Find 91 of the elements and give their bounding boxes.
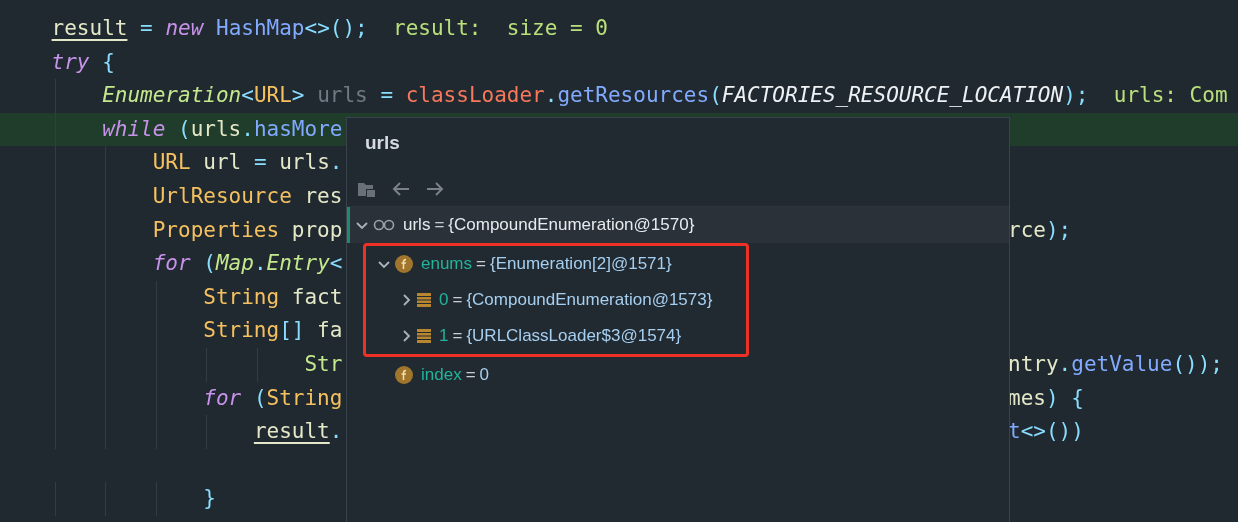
array-icon <box>417 329 431 343</box>
method-name: getValue <box>1071 351 1173 376</box>
code-text: rce <box>1008 217 1046 242</box>
code-text: url <box>203 150 243 175</box>
punctuation: ); <box>1045 217 1072 242</box>
type-name: Entry <box>266 251 330 276</box>
variable-name: 1 <box>439 326 449 346</box>
back-arrow-icon[interactable] <box>391 181 411 197</box>
code-text: ntry <box>1008 351 1059 376</box>
tree-row[interactable]: 1 = {URLClassLoader$3@1574} <box>347 318 746 354</box>
type-name: String <box>266 385 343 410</box>
type-name: Enumeration <box>102 83 242 108</box>
folder-icon[interactable] <box>357 180 377 198</box>
keyword: while <box>102 116 166 141</box>
field-icon <box>395 255 413 273</box>
code-text: Str <box>304 351 343 376</box>
type-name: String <box>203 318 280 343</box>
field-icon <box>395 366 413 384</box>
popup-title: urls <box>364 131 401 155</box>
punctuation: . <box>329 150 343 175</box>
tree-row[interactable]: urls = {CompoundEnumeration@1570} <box>347 207 1009 243</box>
type-name: Map <box>215 251 254 276</box>
punctuation: < <box>329 251 343 276</box>
method-name: hasMore <box>253 116 343 141</box>
variable-name: 0 <box>439 290 449 310</box>
variable-name: urls <box>317 83 368 108</box>
punctuation: { <box>102 49 115 74</box>
punctuation: ( <box>253 385 267 410</box>
punctuation: ()); <box>1172 351 1223 376</box>
punctuation: ( <box>203 251 216 276</box>
punctuation: <>()) <box>1020 419 1084 444</box>
equals-sign: = <box>452 290 463 310</box>
punctuation: } <box>203 486 216 511</box>
tree-row[interactable]: index = 0 <box>347 357 1009 393</box>
field-name: classLoader <box>405 83 545 108</box>
tree-row[interactable]: enums = {Enumeration[2]@1571} <box>347 246 746 282</box>
type-name: URL <box>152 150 191 175</box>
method-name: getResources <box>557 83 710 108</box>
variable-name: result <box>253 419 330 444</box>
punctuation: ); <box>1063 83 1089 108</box>
variable-name: index <box>421 365 462 385</box>
punctuation: . <box>544 83 558 108</box>
keyword: for <box>152 251 191 276</box>
code-text: res <box>304 183 343 208</box>
array-icon <box>417 293 431 307</box>
class-name: HashMap <box>216 16 305 40</box>
keyword: for <box>203 385 242 410</box>
punctuation: < <box>241 83 254 108</box>
forward-arrow-icon[interactable] <box>425 181 445 197</box>
code-text: urls <box>279 150 330 175</box>
variable-name: urls <box>403 215 431 235</box>
code-text: fact <box>291 284 343 309</box>
code-text: urls <box>190 116 242 141</box>
glasses-icon <box>373 219 395 231</box>
variable-value: 0 <box>479 365 490 385</box>
punctuation: . <box>329 419 343 444</box>
punctuation: . <box>1058 351 1072 376</box>
code-text: fa <box>317 318 343 343</box>
punctuation: = <box>253 150 267 175</box>
punctuation: > <box>291 83 305 108</box>
type-name: Properties <box>152 217 280 242</box>
type-name: UrlResource <box>152 183 292 208</box>
punctuation: ( <box>178 116 191 141</box>
keyword: new <box>165 16 204 40</box>
punctuation: <>(); <box>304 16 368 40</box>
type-name: String <box>203 284 280 309</box>
variable-value: {CompoundEnumeration@1570} <box>448 215 695 235</box>
method-name: t <box>1008 419 1021 444</box>
punctuation: = <box>140 16 154 40</box>
punctuation: [] <box>279 318 305 343</box>
inline-debug-value: urls: Com <box>1113 83 1228 108</box>
variable-name: enums <box>421 254 473 274</box>
punctuation: ( <box>709 83 722 108</box>
tree-row[interactable]: 0 = {CompoundEnumeration@1573} <box>347 282 746 318</box>
punctuation: ) { <box>1045 385 1084 410</box>
variable-value: {Enumeration[2]@1571} <box>489 254 672 274</box>
equals-sign: = <box>465 365 476 385</box>
variable-value: {CompoundEnumeration@1573} <box>466 290 713 310</box>
constant-name: FACTORIES_RESOURCE_LOCATION <box>721 83 1064 108</box>
punctuation: . <box>253 251 267 276</box>
punctuation: = <box>380 83 395 108</box>
equals-sign: = <box>452 326 463 346</box>
equals-sign: = <box>476 254 486 274</box>
equals-sign: = <box>434 215 445 235</box>
punctuation: . <box>241 116 254 141</box>
type-name: URL <box>253 83 292 108</box>
keyword: try <box>51 49 90 74</box>
code-text: prop <box>291 217 343 242</box>
inline-debug-value: result: size = 0 <box>393 16 608 40</box>
variable-value: {URLClassLoader$3@1574} <box>466 326 682 346</box>
variable-name: result <box>51 16 128 40</box>
